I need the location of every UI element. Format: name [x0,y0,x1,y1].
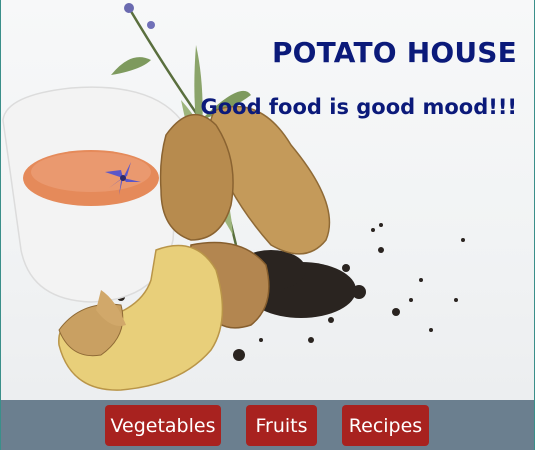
site-tagline: Good food is good mood!!! [200,95,517,119]
nav-bar: Vegetables Fruits Recipes [1,400,534,450]
nav-button-vegetables[interactable]: Vegetables [105,405,221,446]
page-frame: POTATO HOUSE Good food is good mood!!! V… [0,0,535,450]
hero-image: POTATO HOUSE Good food is good mood!!! [1,0,534,400]
nav-button-recipes[interactable]: Recipes [342,405,429,446]
nav-button-fruits[interactable]: Fruits [246,405,317,446]
site-title: POTATO HOUSE [271,36,517,69]
